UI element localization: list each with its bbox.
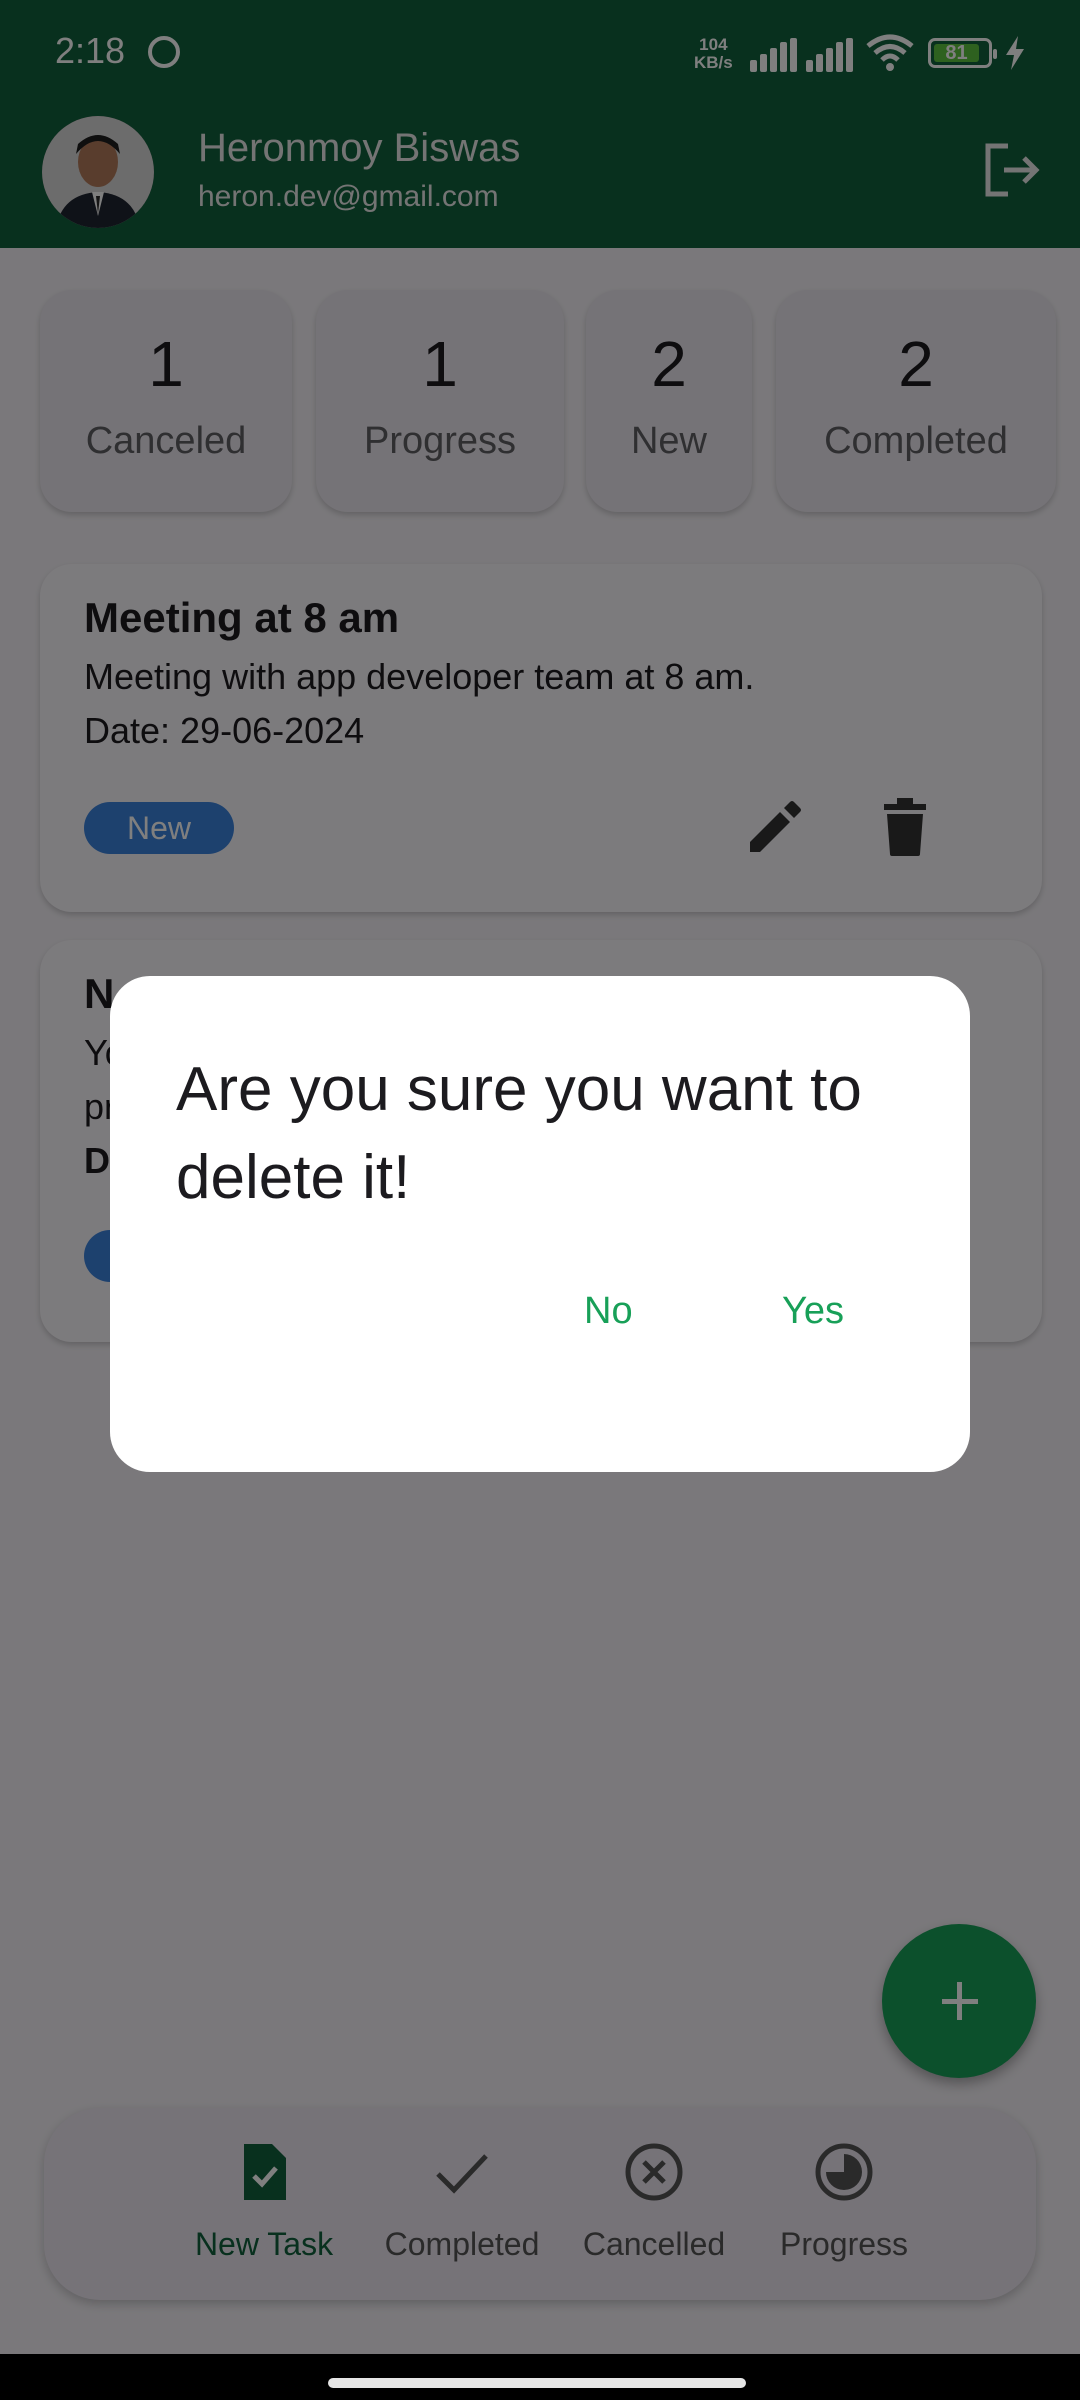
dialog-message: Are you sure you want to delete it!: [176, 1055, 862, 1212]
home-gesture-handle[interactable]: [328, 2378, 746, 2388]
system-navigation-bar: [0, 2354, 1080, 2400]
no-button[interactable]: No: [584, 1290, 633, 1333]
delete-confirmation-dialog: Are you sure you want to delete it! No Y…: [110, 976, 970, 1472]
yes-button[interactable]: Yes: [782, 1290, 844, 1333]
